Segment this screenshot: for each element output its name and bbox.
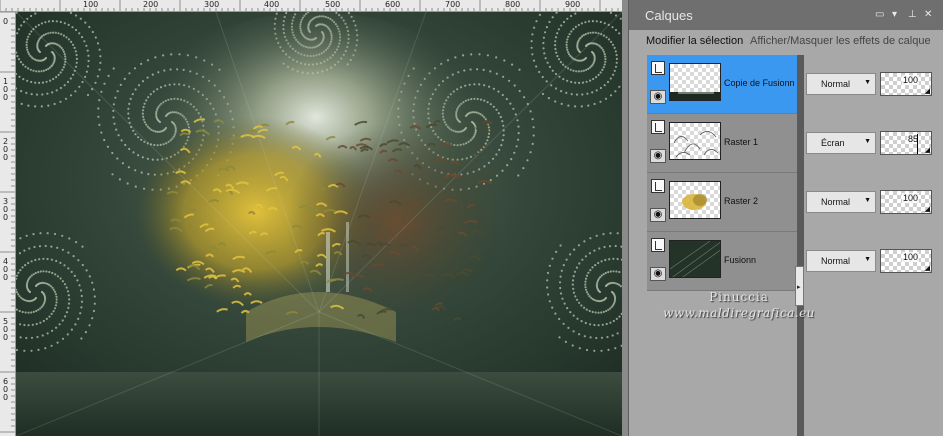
layer-name[interactable]: Copie de Fusionn (724, 78, 795, 88)
vertical-ruler-ticks (0, 12, 15, 433)
layer-row[interactable]: ◉ Fusionn (647, 232, 797, 291)
layer-thumbnail (669, 181, 721, 219)
blend-mode-select[interactable]: Écran ▼ (806, 132, 876, 154)
palette-title-bar[interactable]: Calques ▭ ▾ ⊥ ✕ (629, 0, 943, 30)
ruler-label: 300 (3, 197, 9, 222)
layer-type-icon (651, 61, 665, 75)
visibility-eye-icon[interactable]: ◉ (650, 267, 666, 281)
layer-row[interactable]: ◉ Raster 2 (647, 173, 797, 232)
layer-type-icon (651, 120, 665, 134)
palette-toolbar: Modifier la sélection Afficher/Masquer l… (629, 30, 943, 53)
blend-mode-value: Écran (821, 138, 845, 148)
paint-application: 100 200 300 400 500 600 700 800 900 0 10… (0, 0, 943, 436)
layer-row[interactable]: ◉ Copie de Fusionn (647, 55, 797, 114)
layers-palette: Calques ▭ ▾ ⊥ ✕ Modifier la sélection Af… (628, 0, 943, 436)
ruler-label: 400 (3, 257, 9, 282)
layer-name[interactable]: Raster 1 (724, 137, 758, 147)
blend-mode-select[interactable]: Normal ▼ (806, 250, 876, 272)
layer-row[interactable]: ◉ Raster 1 (647, 114, 797, 173)
blend-mode-select[interactable]: Normal ▼ (806, 73, 876, 95)
visibility-eye-icon[interactable]: ◉ (650, 90, 666, 104)
opacity-value: 100 (901, 252, 919, 262)
layer-properties-row: Normal ▼ 100 ◢ (804, 232, 943, 291)
dropdown-arrow-icon[interactable]: ▼ (864, 197, 871, 204)
ruler-label: 400 (264, 0, 280, 9)
layer-thumbnail (669, 122, 721, 160)
layer-thumbnail (669, 240, 721, 278)
ruler-label: 500 (325, 0, 341, 9)
blend-mode-value: Normal (821, 79, 851, 89)
dropdown-arrow-icon[interactable]: ▼ (864, 138, 871, 145)
dropdown-arrow-icon[interactable]: ▼ (864, 256, 871, 263)
visibility-eye-icon[interactable]: ◉ (650, 208, 666, 222)
watermark: Pinuccia www.maldiregrafica.eu (639, 290, 839, 320)
opacity-value: 100 (901, 75, 919, 85)
horizontal-ruler: 100 200 300 400 500 600 700 800 900 (0, 0, 622, 12)
blend-mode-select[interactable]: Normal ▼ (806, 191, 876, 213)
watermark-author: Pinuccia (709, 290, 769, 304)
slider-triangle-icon[interactable]: ◢ (925, 264, 930, 272)
opacity-field[interactable]: 100 ◢ (880, 72, 932, 96)
ruler-label: 100 (3, 77, 9, 102)
slider-triangle-icon[interactable]: ◢ (925, 87, 930, 95)
ruler-label: 800 (505, 0, 521, 9)
layer-name[interactable]: Raster 2 (724, 196, 758, 206)
layer-name[interactable]: Fusionn (724, 255, 756, 265)
pin-icon[interactable]: ⊥ (908, 9, 917, 20)
artwork-image[interactable] (16, 12, 622, 436)
layers-list: ◉ Copie de Fusionn ◉ Raster 1 ◉ Raster 2… (647, 55, 797, 291)
ruler-label: 600 (385, 0, 401, 9)
layer-properties-row: Écran ▼ 85 ◢ (804, 114, 943, 173)
blend-mode-value: Normal (821, 197, 851, 207)
layers-scrollbar[interactable] (797, 55, 804, 436)
layer-type-icon (651, 179, 665, 193)
modify-selection-link[interactable]: Modifier la sélection (646, 35, 743, 47)
layer-type-icon (651, 238, 665, 252)
visibility-eye-icon[interactable]: ◉ (650, 149, 666, 163)
watermark-url: www.maldiregrafica.eu (663, 306, 815, 320)
layer-properties-row: Normal ▼ 100 ◢ (804, 55, 943, 114)
layer-properties-row: Normal ▼ 100 ◢ (804, 173, 943, 232)
ruler-label: 200 (143, 0, 159, 9)
slider-triangle-icon[interactable]: ◢ (925, 205, 930, 213)
palette-title: Calques (645, 8, 693, 23)
ruler-label: 500 (3, 317, 9, 342)
ruler-label: 600 (3, 377, 9, 402)
ruler-label: 200 (3, 137, 9, 162)
opacity-field[interactable]: 100 ◢ (880, 190, 932, 214)
image-canvas[interactable] (16, 12, 622, 436)
close-icon[interactable]: ✕ (924, 9, 932, 20)
opacity-field[interactable]: 85 ◢ (880, 131, 932, 155)
vertical-ruler: 0 100 200 300 400 500 600 (0, 12, 16, 436)
window-icon[interactable]: ▭ (875, 9, 884, 20)
layer-thumbnail (669, 63, 721, 101)
toggle-layer-effects-link[interactable]: Afficher/Masquer les effets de calque (750, 35, 931, 47)
ruler-label: 300 (204, 0, 220, 9)
opacity-value: 100 (901, 193, 919, 203)
dropdown-arrow-icon[interactable]: ▼ (864, 79, 871, 86)
slider-triangle-icon[interactable]: ◢ (925, 146, 930, 154)
ruler-label: 0 (3, 17, 9, 26)
ruler-label: 100 (83, 0, 99, 9)
ruler-label: 900 (565, 0, 581, 9)
dropdown-icon[interactable]: ▾ (892, 9, 897, 20)
opacity-field[interactable]: 100 ◢ (880, 249, 932, 273)
ruler-label: 700 (445, 0, 461, 9)
blend-mode-value: Normal (821, 256, 851, 266)
